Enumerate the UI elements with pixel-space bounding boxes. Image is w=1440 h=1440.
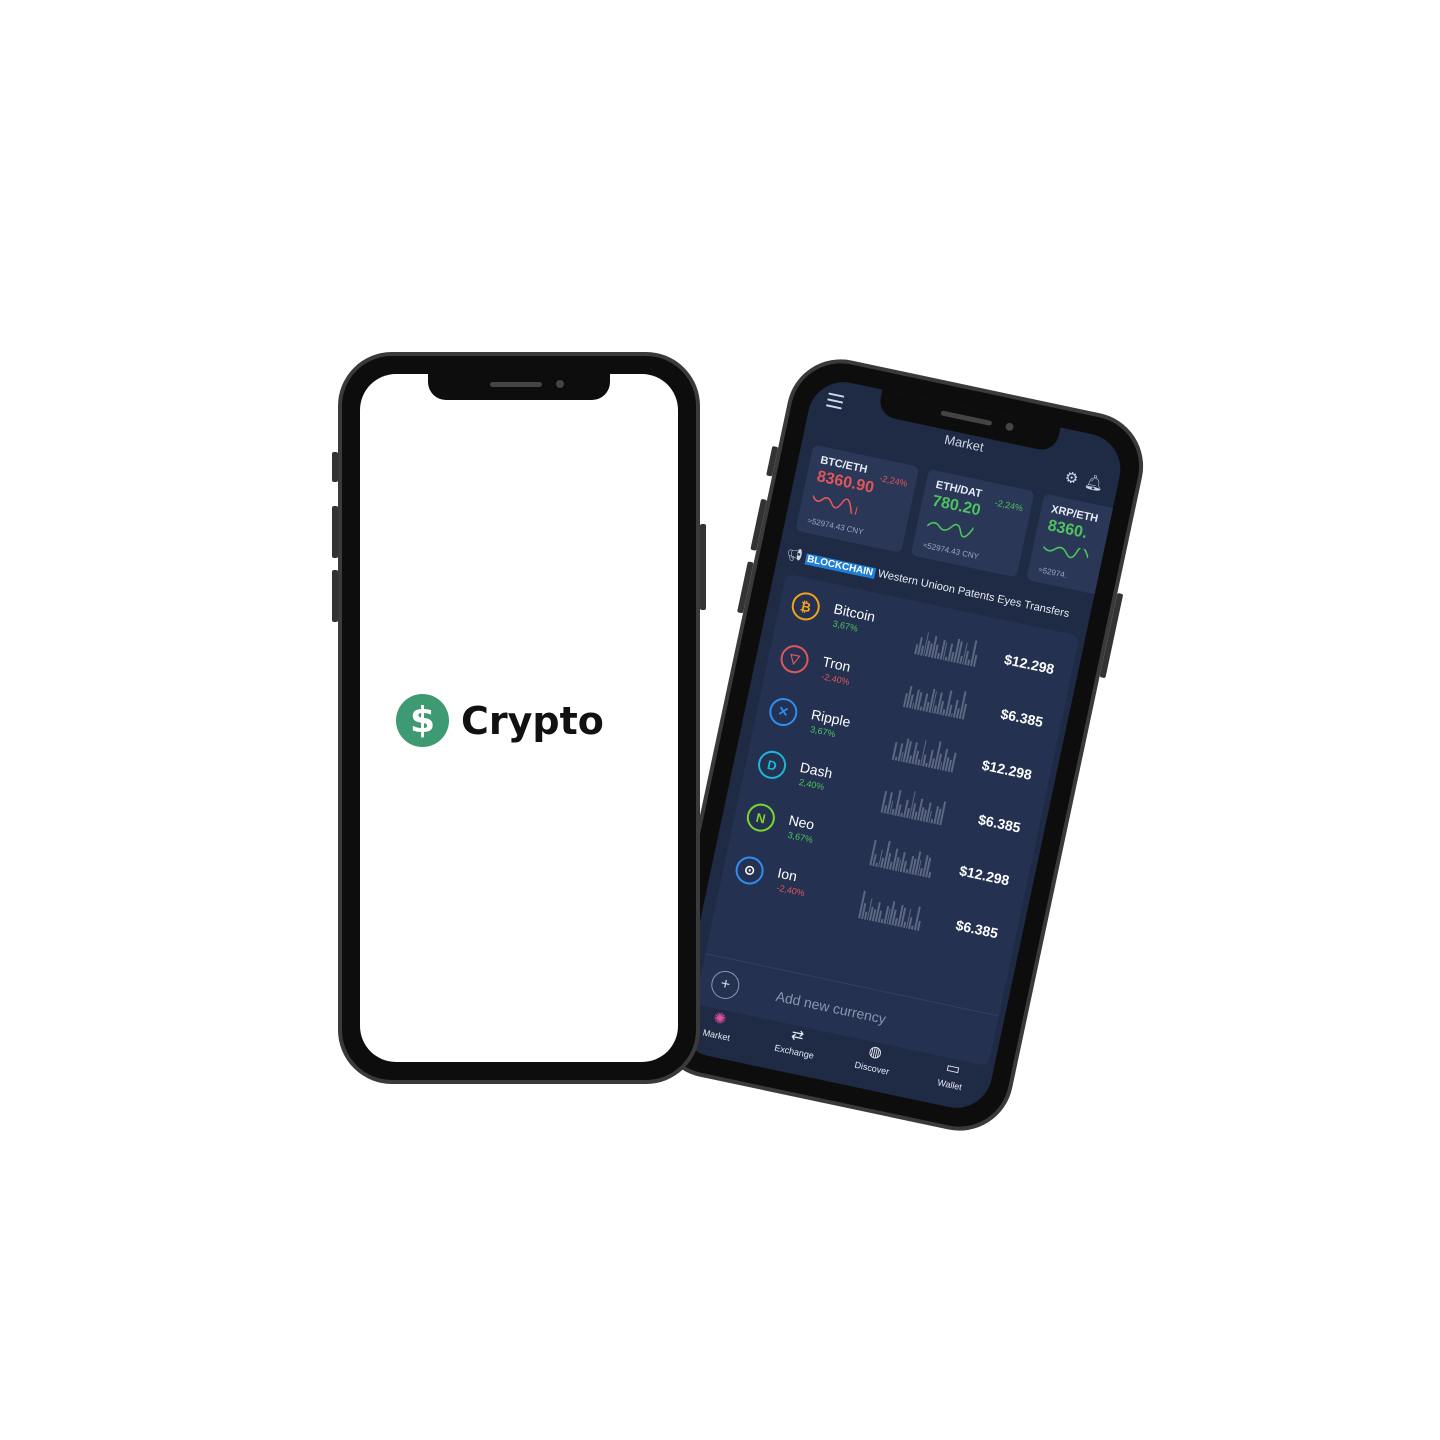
splash-phone: $ Crypto: [332, 352, 706, 1084]
ripple-icon: ✕: [766, 695, 800, 729]
coin-change: -2,40%: [775, 882, 806, 899]
app-logo: $ Crypto: [396, 694, 604, 747]
ticker-sparkline: [926, 521, 975, 538]
coin-volume-bars: [858, 890, 924, 931]
volume-up-button: [332, 506, 338, 558]
coin-price: $12.298: [980, 756, 1034, 783]
ticker-card[interactable]: BTC/ETH -2,24% 8360.90 ≈52974.43 CNY: [795, 444, 920, 553]
coin-list: ₿ Bitcoin 3,67% $12.298 ▽ Tron -2,40% $6…: [694, 573, 1080, 1067]
coin-volume-bars: [869, 838, 935, 879]
ticker-card[interactable]: XRP/ETH 8360. ≈52974.: [1026, 493, 1128, 603]
ticker-cny: ≈52974.43 CNY: [922, 540, 980, 562]
ticker-cny: ≈52974.: [1037, 565, 1068, 580]
coin-volume-bars: [880, 785, 947, 826]
mute-switch: [766, 445, 779, 477]
nav-wallet[interactable]: ▭ Wallet: [916, 1043, 987, 1112]
volume-down-button: [737, 561, 754, 614]
ticker-card[interactable]: ETH/DAT -2,24% 780.20 ≈52974.43 CNY: [910, 469, 1035, 578]
ion-icon: ⊙: [733, 853, 767, 888]
bitcoin-icon: ₿: [789, 589, 823, 623]
volume-bar: [950, 752, 957, 773]
coin-volume-bars: [903, 679, 969, 720]
wallet-icon: ▭: [944, 1058, 962, 1079]
volume-bar: [928, 871, 932, 879]
volume-up-button: [750, 498, 768, 551]
coin-price: $6.385: [954, 916, 1000, 942]
neo-icon: N: [744, 801, 778, 835]
front-camera-icon: [1004, 422, 1015, 432]
power-button: [700, 524, 706, 610]
speaker-grille: [940, 410, 993, 427]
plus-icon[interactable]: +: [708, 968, 742, 1002]
app-name: Crypto: [461, 698, 604, 743]
power-button: [1099, 592, 1124, 679]
coin-price: $12.298: [1002, 651, 1056, 678]
dollar-logo-icon: $: [396, 694, 449, 747]
ticker-sparkline: [812, 495, 859, 515]
gear-icon[interactable]: ⚙: [1063, 468, 1080, 488]
megaphone-icon: 📢︎: [784, 545, 805, 564]
speaker-grille: [490, 382, 542, 387]
news-tag: BLOCKCHAIN: [804, 553, 876, 579]
coin-price: $6.385: [976, 811, 1023, 836]
mute-switch: [332, 452, 338, 482]
dash-icon: D: [755, 748, 789, 782]
coin-volume-bars: [891, 732, 958, 773]
volume-bar: [916, 920, 921, 931]
market-screen: Market ⚙ 🔔︎ BTC/ETH -2,24% 8360.90 ≈5297…: [672, 375, 1128, 1115]
nav-label: Wallet: [936, 1077, 963, 1093]
coin-price: $6.385: [999, 705, 1045, 731]
notch: [428, 374, 610, 400]
nav-discover[interactable]: ◍ Discover: [838, 1027, 909, 1096]
tron-icon: ▽: [777, 642, 812, 676]
coin-volume-bars: [914, 627, 980, 667]
nav-exchange[interactable]: ⇄ Exchange: [760, 1010, 831, 1079]
market-phone: Market ⚙ 🔔︎ BTC/ETH -2,24% 8360.90 ≈5297…: [646, 349, 1154, 1141]
bell-icon[interactable]: 🔔︎: [1083, 472, 1105, 494]
market-phone-wrapper: Market ⚙ 🔔︎ BTC/ETH -2,24% 8360.90 ≈5297…: [646, 349, 1154, 1141]
volume-down-button: [332, 570, 338, 622]
coin-price: $12.298: [958, 862, 1011, 889]
coin-name: Ion: [776, 864, 799, 885]
globe-icon: ◍: [867, 1042, 884, 1062]
ticker-sparkline: [1042, 546, 1089, 559]
front-camera-icon: [556, 380, 564, 388]
ticker-cny: ≈52974.43 CNY: [806, 515, 865, 537]
splash-screen: $ Crypto: [360, 374, 678, 1062]
nav-label: Market: [701, 1027, 731, 1043]
